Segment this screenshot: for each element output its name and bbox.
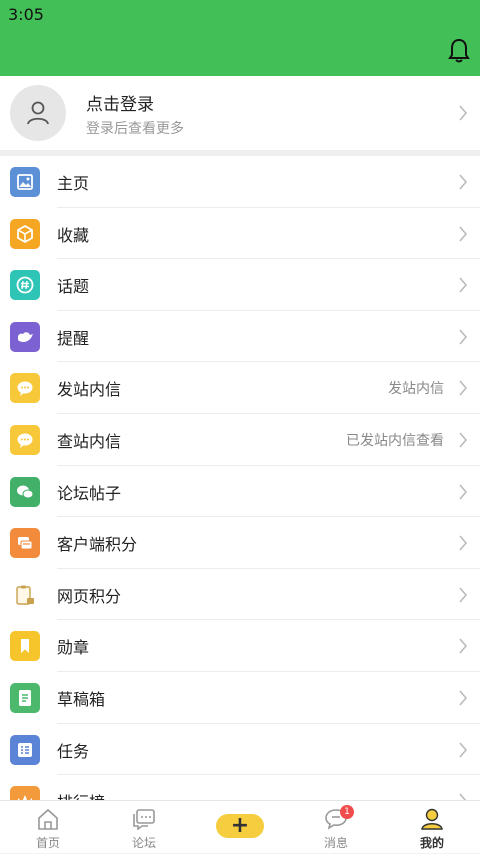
menu-item-label: 发站内信 <box>57 380 122 400</box>
clipboard-icon <box>16 585 34 605</box>
menu-item-icon-bg <box>10 218 40 249</box>
chevron-right-icon <box>459 174 468 190</box>
status-bar: 3:05 <box>0 0 480 76</box>
menu-item-label: 提醒 <box>57 328 90 348</box>
menu-item[interactable]: 排行榜 <box>0 775 480 800</box>
tab-forum-label: 论坛 <box>131 836 156 850</box>
chevron-right-icon <box>459 742 468 758</box>
menu-item-label: 查站内信 <box>57 431 122 451</box>
login-subtitle: 登录后查看更多 <box>86 121 184 137</box>
chevron-right-icon <box>459 690 468 706</box>
chevron-right-icon <box>459 380 468 396</box>
menu-item[interactable]: 网页积分 <box>0 569 480 621</box>
menu-item-hint: 发站内信 <box>388 381 444 398</box>
chat-bubble-icon <box>17 381 33 397</box>
bird-icon <box>18 331 33 342</box>
image-icon <box>17 174 33 190</box>
chevron-right-icon <box>459 105 468 121</box>
menu-item-label: 论坛帖子 <box>57 483 122 503</box>
menu-item-label: 任务 <box>57 741 90 761</box>
menu-item[interactable]: 草稿箱 <box>0 672 480 724</box>
menu-item-label: 排行榜 <box>57 789 105 800</box>
forum-icon <box>133 809 155 830</box>
tab-forum[interactable]: 论坛 <box>96 801 192 854</box>
menu-item[interactable]: 提醒 <box>0 311 480 363</box>
menu-item[interactable]: 任务 <box>0 724 480 776</box>
chevron-right-icon <box>459 277 468 293</box>
chevron-right-icon <box>459 638 468 654</box>
tab-messages-label: 消息 <box>323 836 348 850</box>
menu-item-label: 网页积分 <box>57 586 122 606</box>
chevron-right-icon <box>459 484 468 500</box>
login-title: 点击登录 <box>86 95 154 115</box>
draft-icon <box>19 689 31 706</box>
box-icon <box>17 224 33 243</box>
menu-item-icon-bg <box>10 321 40 352</box>
home-icon <box>38 808 58 830</box>
user-icon <box>27 101 49 125</box>
menu-item[interactable]: 收藏 <box>0 208 480 260</box>
menu-item[interactable]: 发站内信 发站内信 <box>0 362 480 414</box>
bell-icon[interactable] <box>448 38 470 64</box>
tab-messages[interactable]: 1 消息 <box>288 801 384 854</box>
menu-item-icon-bg <box>10 682 40 713</box>
tab-home-label: 首页 <box>35 836 60 850</box>
menu-item[interactable]: 主页 <box>0 156 480 208</box>
menu-item-label: 勋章 <box>57 638 90 658</box>
chevron-right-icon <box>459 432 468 448</box>
menu-item[interactable]: 论坛帖子 <box>0 466 480 518</box>
user-profile-icon <box>421 808 443 830</box>
menu-item-icon-bg <box>10 476 40 507</box>
coins-icon <box>18 537 33 550</box>
menu-item-icon-bg <box>10 373 40 404</box>
message-badge: 1 <box>340 805 354 819</box>
chevron-right-icon <box>459 329 468 345</box>
chevron-right-icon <box>459 587 468 603</box>
menu-item-icon-bg <box>10 786 40 800</box>
menu-item-hint: 已发站内信查看 <box>346 432 444 449</box>
menu-list: 主页收藏话题提醒发站内信 发站内信查站内信 已发站内信查看论坛帖子客户端积分网页积分… <box>0 156 480 800</box>
tab-mine[interactable]: 我的 <box>384 801 480 854</box>
menu-item-icon-bg <box>10 167 40 197</box>
chevron-right-icon <box>459 226 468 242</box>
menu-item-label: 客户端积分 <box>57 535 138 555</box>
menu-item-icon-bg <box>10 270 40 301</box>
menu-item-icon-bg <box>10 631 40 662</box>
menu-item-icon-bg <box>10 528 40 559</box>
menu-item-icon-bg <box>10 580 40 610</box>
menu-item-label: 话题 <box>57 277 90 297</box>
tab-post[interactable]: + <box>192 801 288 854</box>
menu-item[interactable]: 话题 <box>0 259 480 311</box>
bookmark-icon <box>21 639 29 654</box>
menu-item[interactable]: 勋章 <box>0 620 480 672</box>
menu-item-label: 主页 <box>57 174 90 193</box>
menu-item-icon-bg <box>10 734 40 765</box>
ranking-icon <box>18 795 32 800</box>
tab-mine-label: 我的 <box>419 836 444 850</box>
menu-item[interactable]: 客户端积分 <box>0 517 480 569</box>
task-list-icon <box>18 742 32 757</box>
bottom-tab-bar: 首页 论坛 + 1 消息 我的 <box>0 800 480 853</box>
tab-home[interactable]: 首页 <box>0 801 96 854</box>
chat-icon <box>17 485 34 499</box>
menu-item[interactable]: 查站内信 已发站内信查看 <box>0 414 480 466</box>
plus-icon: + <box>216 814 264 838</box>
chevron-right-icon <box>459 793 467 800</box>
chat-bubble-icon <box>17 433 33 448</box>
login-card[interactable]: 点击登录 登录后查看更多 <box>0 76 480 150</box>
menu-item-label: 收藏 <box>57 225 90 245</box>
menu-item-icon-bg <box>10 424 40 455</box>
menu-item-label: 草稿箱 <box>57 689 106 709</box>
avatar <box>10 85 66 141</box>
hash-icon <box>16 276 34 294</box>
status-time: 3:05 <box>8 5 44 24</box>
chevron-right-icon <box>459 535 468 551</box>
